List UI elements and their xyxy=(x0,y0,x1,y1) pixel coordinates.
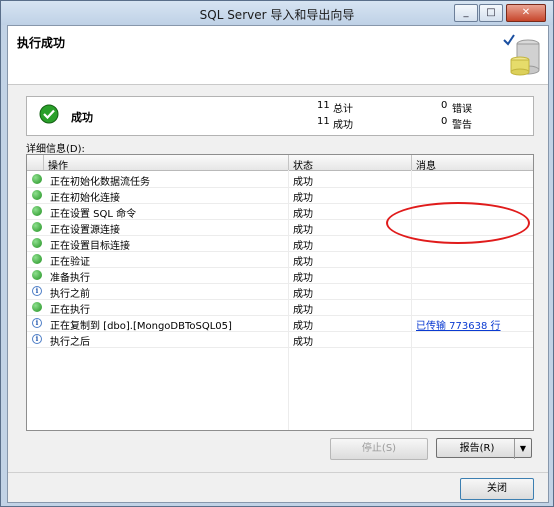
info-icon: i xyxy=(32,318,42,328)
close-button[interactable]: 关闭 xyxy=(460,478,534,500)
row-status: 成功 xyxy=(293,241,313,252)
table-row[interactable]: 正在验证 成功 xyxy=(27,251,533,268)
success-icon xyxy=(32,302,42,312)
wizard-window: SQL Server 导入和导出向导 _ □ ✕ 执行成功 成功 11 总计 1… xyxy=(0,0,554,507)
row-status: 成功 xyxy=(293,289,313,300)
close-window-button[interactable]: ✕ xyxy=(506,4,546,22)
info-icon: i xyxy=(32,334,42,344)
row-action: 正在设置源连接 xyxy=(50,225,120,236)
summary-status-label: 成功 xyxy=(71,111,93,124)
row-action: 正在初始化数据流任务 xyxy=(50,177,150,188)
minimize-button[interactable]: _ xyxy=(454,4,478,22)
warning-count: 0 xyxy=(441,116,448,127)
success-count: 11 xyxy=(317,116,330,127)
row-status: 成功 xyxy=(293,321,313,332)
table-row[interactable]: 准备执行 成功 xyxy=(27,267,533,284)
report-button[interactable]: 报告(R) ▼ xyxy=(436,438,532,459)
row-action: 正在初始化连接 xyxy=(50,193,120,204)
success-icon xyxy=(32,238,42,248)
success-icon xyxy=(32,270,42,280)
success-icon xyxy=(32,254,42,264)
grid-header: 操作 状态 消息 xyxy=(27,155,533,172)
row-action: 正在执行 xyxy=(50,305,90,316)
row-action: 准备执行 xyxy=(50,273,90,284)
row-status: 成功 xyxy=(293,273,313,284)
success-icon xyxy=(32,206,42,216)
row-status: 成功 xyxy=(293,305,313,316)
column-header-status[interactable]: 状态 xyxy=(293,157,313,172)
column-header-action[interactable]: 操作 xyxy=(48,157,68,172)
row-status: 成功 xyxy=(293,225,313,236)
summary-panel: 成功 11 总计 11 成功 0 错误 0 警告 xyxy=(26,96,534,136)
table-row[interactable]: i 执行之后 成功 xyxy=(27,331,533,348)
success-large-icon xyxy=(39,104,59,124)
row-status: 成功 xyxy=(293,193,313,204)
title-bar[interactable]: SQL Server 导入和导出向导 _ □ ✕ xyxy=(1,1,553,25)
row-action: 执行之前 xyxy=(50,289,90,300)
row-status: 成功 xyxy=(293,337,313,348)
stop-button[interactable]: 停止(S) xyxy=(330,438,428,460)
total-count: 11 xyxy=(317,100,330,111)
details-grid[interactable]: 操作 状态 消息 正在初始化数据流任务 成功 正在初始化连接 成功 正在设置 SQL 命… xyxy=(26,154,534,431)
row-status: 成功 xyxy=(293,209,313,220)
report-button-label: 报告(R) xyxy=(459,443,495,454)
chevron-down-icon[interactable]: ▼ xyxy=(514,439,531,459)
annotation-highlight-circle xyxy=(386,202,530,244)
row-action: 正在设置 SQL 命令 xyxy=(50,209,137,220)
row-status: 成功 xyxy=(293,177,313,188)
error-label: 错误 xyxy=(452,104,472,115)
table-row[interactable]: i 正在复制到 [dbo].[MongoDBToSQL05] 成功 已传输 77363… xyxy=(27,315,533,332)
row-action: 正在验证 xyxy=(50,257,90,268)
wizard-database-icon xyxy=(503,34,540,76)
warning-label: 警告 xyxy=(452,120,472,131)
footer-divider xyxy=(8,472,548,473)
table-row[interactable]: 正在执行 成功 xyxy=(27,299,533,316)
success-icon xyxy=(32,222,42,232)
info-icon: i xyxy=(32,286,42,296)
success-label: 成功 xyxy=(333,120,353,131)
total-label: 总计 xyxy=(333,104,353,115)
row-action: 执行之后 xyxy=(50,337,90,348)
page-header: 执行成功 xyxy=(8,26,548,85)
row-status: 成功 xyxy=(293,257,313,268)
details-label: 详细信息(D): xyxy=(26,144,85,155)
column-header-message[interactable]: 消息 xyxy=(416,157,436,172)
table-row[interactable]: i 执行之前 成功 xyxy=(27,283,533,300)
row-action: 正在复制到 [dbo].[MongoDBToSQL05] xyxy=(50,321,232,332)
success-icon xyxy=(32,190,42,200)
success-icon xyxy=(32,174,42,184)
maximize-button[interactable]: □ xyxy=(479,4,503,22)
row-message-link[interactable]: 已传输 773638 行 xyxy=(416,317,501,332)
error-count: 0 xyxy=(441,100,448,111)
page-title: 执行成功 xyxy=(17,36,66,50)
table-row[interactable]: 正在初始化数据流任务 成功 xyxy=(27,171,533,188)
wizard-content: 执行成功 成功 11 总计 11 成功 0 错误 0 警告 详细信息(D): 操… xyxy=(7,25,549,503)
row-action: 正在设置目标连接 xyxy=(50,241,130,252)
